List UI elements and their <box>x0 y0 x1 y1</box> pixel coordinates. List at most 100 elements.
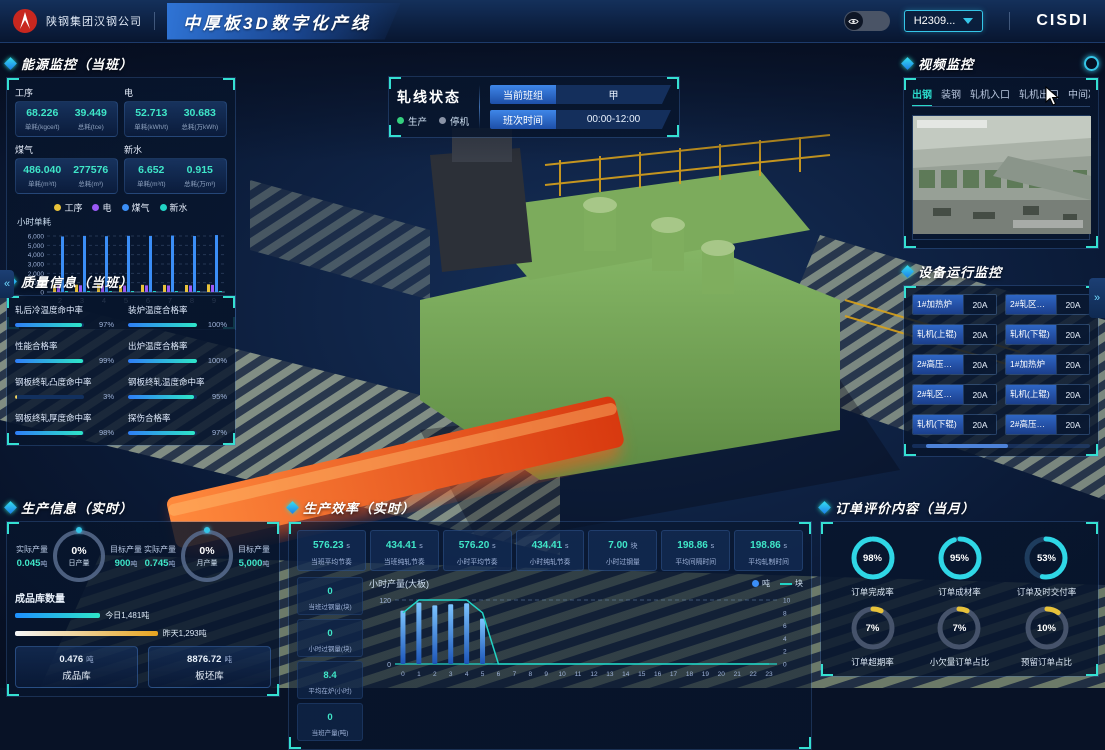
energy-unit-label: 单耗(m³/t) <box>20 178 65 188</box>
legend-label: 新水 <box>170 201 188 214</box>
unit: 吨 <box>262 561 269 568</box>
efficiency-card: 198.86 s平均间隔时间 <box>661 530 730 571</box>
equipment-current: 20A <box>963 355 996 374</box>
svg-text:120: 120 <box>379 598 391 605</box>
stock-bar-row: 今日1,481吨 <box>15 610 271 621</box>
panel-title-icon <box>901 265 914 278</box>
order-gauge-ring: 7% <box>847 602 899 654</box>
panel-title-icon <box>4 501 17 514</box>
efficiency-card: 434.41 s当班纯轧节奏 <box>370 530 439 571</box>
video-expand-button[interactable] <box>1084 56 1099 71</box>
day-pct: 0% <box>71 545 86 557</box>
video-tab[interactable]: 装钢 <box>941 86 961 101</box>
svg-text:2: 2 <box>433 671 437 678</box>
store-value: 0.476 <box>59 654 83 665</box>
tons-legend-icon <box>752 580 759 587</box>
equipment-chip[interactable]: 轧机(上辊)20A <box>1005 384 1090 405</box>
efficiency-value: 198.86 s <box>677 540 714 551</box>
right-collapse-handle[interactable]: » <box>1089 278 1105 318</box>
scrollbar-thumb[interactable] <box>926 444 1008 448</box>
quality-title: 质量信息（当班） <box>21 272 133 291</box>
equipment-chip[interactable]: 轧机(下辊)20A <box>1005 324 1090 345</box>
equipment-chip[interactable]: 轧机(上辊)20A <box>912 324 997 345</box>
svg-text:10: 10 <box>559 671 567 678</box>
svg-text:6: 6 <box>497 671 501 678</box>
equipment-scrollbar[interactable] <box>912 444 1090 448</box>
svg-text:17: 17 <box>670 671 678 678</box>
video-tab[interactable]: 出钢 <box>912 86 932 101</box>
video-tab[interactable]: 轧机入口 <box>970 86 1010 101</box>
top-bar: 陕钢集团汉钢公司 中厚板3D数字化产线 H2309... CISDI <box>0 0 1105 43</box>
energy-card: 新水6.652单耗(m³/t)0.915总耗(万m³) <box>124 143 227 194</box>
badge-value: 甲 <box>556 85 671 104</box>
stock-bar-label: 今日1,481吨 <box>105 610 149 621</box>
heat-number-dropdown[interactable]: H2309... <box>904 10 984 32</box>
efficiency-value: 434.41 s <box>386 540 423 551</box>
order-gauge-label: 小欠量订单占比 <box>930 656 990 668</box>
legend-item: 新水 <box>160 201 188 214</box>
efficiency-label: 小时平均节奏 <box>446 556 509 566</box>
equipment-current: 20A <box>1056 295 1089 314</box>
efficiency-value: 198.86 s <box>750 540 787 551</box>
efficiency-value: 7.00 块 <box>608 540 637 551</box>
line-status-legend: 生产停机 <box>397 114 469 128</box>
svg-text:3,000: 3,000 <box>28 262 45 269</box>
energy-value: 68.226 <box>20 107 65 119</box>
efficiency-side-stats: 0当班过钢量(块)0小时过钢量(块)8.4平均在炉(小时)0当班产量(吨) <box>297 577 363 741</box>
quality-label: 钢板终轧温度命中率 <box>128 376 227 388</box>
svg-text:0: 0 <box>783 662 787 669</box>
actual-value: 0.745 <box>145 558 169 569</box>
quality-item: 出炉温度合格率100% <box>128 340 227 365</box>
equipment-chip[interactable]: 2#高压除鳞20A <box>912 354 997 375</box>
equipment-current: 20A <box>963 385 996 404</box>
quality-progress-fill <box>15 323 82 327</box>
energy-unit-label: 单耗(kgce/t) <box>20 121 65 131</box>
finished-store-card[interactable]: 0.476 吨 成品库 <box>15 646 138 688</box>
efficiency-value: 576.23 s <box>313 540 350 551</box>
efficiency-value: 434.41 s <box>532 540 569 551</box>
order-gauge-ring: 53% <box>1020 532 1072 584</box>
energy-value: 486.040 <box>20 164 65 176</box>
energy-unit-label: 总耗(万m³) <box>178 178 223 188</box>
equipment-chip[interactable]: 2#轧区辊道20A <box>912 384 997 405</box>
target-label: 目标产量 <box>110 544 142 555</box>
shift-badge: 班次时间00:00-12:00 <box>490 110 671 129</box>
unit: 吨 <box>130 561 137 568</box>
cctv-image <box>913 116 1091 234</box>
quality-progress-fill <box>128 359 197 363</box>
equipment-chip[interactable]: 2#轧区辊道20A <box>1005 294 1090 315</box>
visibility-toggle[interactable] <box>844 11 890 31</box>
quality-percent: 99% <box>88 356 114 365</box>
svg-text:8: 8 <box>528 671 532 678</box>
target-value: 900 <box>115 558 131 569</box>
efficiency-label: 平均轧制时间 <box>737 556 800 566</box>
equipment-current: 20A <box>1056 325 1089 344</box>
equipment-current: 20A <box>963 325 996 344</box>
energy-card-name: 煤气 <box>15 143 118 156</box>
equipment-chip[interactable]: 2#高压除鳞20A <box>1005 414 1090 435</box>
equipment-chip[interactable]: 1#加热炉20A <box>1005 354 1090 375</box>
svg-text:15: 15 <box>638 671 646 678</box>
quality-item: 性能合格率99% <box>15 340 114 365</box>
energy-title: 能源监控（当班） <box>21 54 133 73</box>
left-collapse-handle[interactable]: « <box>0 270 14 298</box>
order-gauge-percent: 7% <box>933 602 985 654</box>
equipment-chip[interactable]: 轧机(下辊)20A <box>912 414 997 435</box>
production-panel: 生产信息（实时） 实际产量0.045吨 0%日产量 目标产量900吨 实际产量0… <box>6 498 280 697</box>
efficiency-mini-stat: 0小时过钢量(块) <box>297 619 363 657</box>
svg-text:16: 16 <box>654 671 662 678</box>
video-tab[interactable]: 中间冷 <box>1068 86 1090 101</box>
quality-label: 钢板终轧厚度命中率 <box>15 412 114 424</box>
equipment-name: 轧机(下辊) <box>913 415 963 434</box>
equipment-name: 2#轧区辊道 <box>1006 295 1056 314</box>
dashboard-stage: 陕钢集团汉钢公司 中厚板3D数字化产线 H2309... CISDI 能源监控（… <box>0 0 1105 688</box>
energy-card-name: 工序 <box>15 86 118 99</box>
monthly-output-gauge: 实际产量0.745吨 0%月产量 目标产量5,000吨 <box>143 530 271 582</box>
legend-dot <box>160 204 167 211</box>
energy-card: 煤气486.040单耗(m³/t)277576总耗(m³) <box>15 143 118 194</box>
slab-store-card[interactable]: 8876.72 吨 板坯库 <box>148 646 271 688</box>
svg-text:23: 23 <box>765 671 773 678</box>
equipment-chip[interactable]: 1#加热炉20A <box>912 294 997 315</box>
cctv-frame[interactable] <box>912 115 1090 240</box>
target-value: 5,000 <box>239 558 263 569</box>
